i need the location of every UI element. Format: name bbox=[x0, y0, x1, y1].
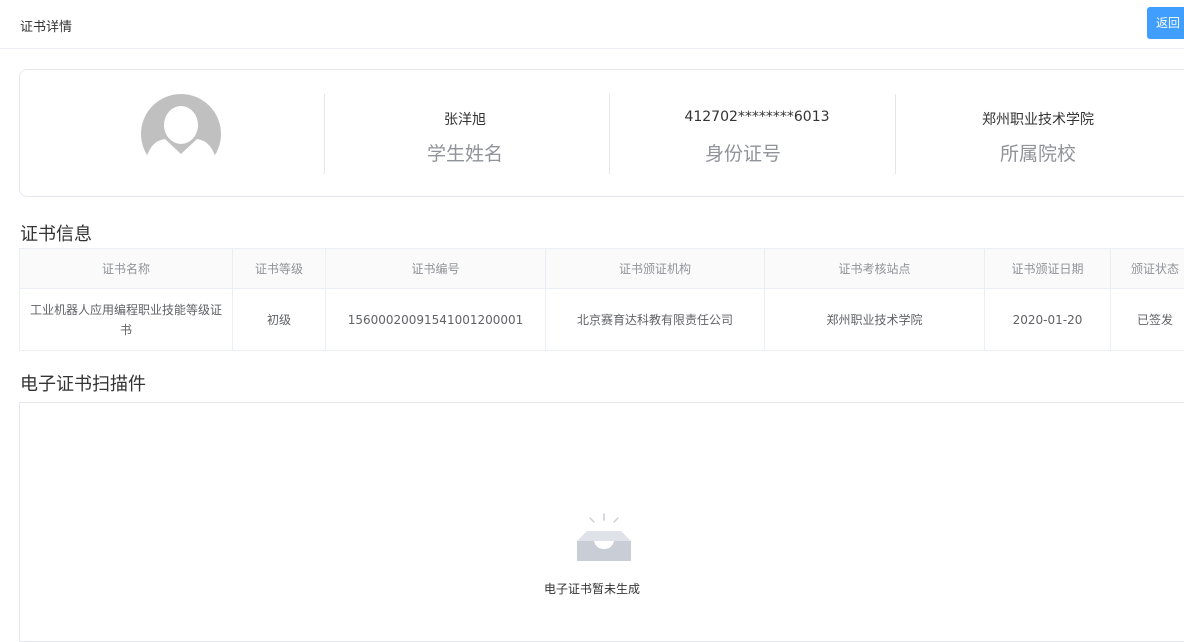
school-name: 郑州职业技术学院 bbox=[918, 109, 1158, 129]
school-name-label: 所属院校 bbox=[918, 139, 1158, 166]
column-header: 证书颁证机构 bbox=[546, 249, 765, 289]
table-header-row: 证书名称 证书等级 证书编号 证书颁证机构 证书考核站点 证书颁证日期 颁证状态 bbox=[20, 249, 1184, 289]
cert-info-title: 证书信息 bbox=[20, 220, 92, 246]
avatar-icon bbox=[141, 94, 221, 164]
cert-name-cell: 工业机器人应用编程职业技能等级证书 bbox=[20, 289, 233, 351]
cert-status-cell: 已签发 bbox=[1111, 289, 1184, 351]
profile-divider bbox=[895, 94, 896, 174]
cert-date-cell: 2020-01-20 bbox=[985, 289, 1111, 351]
back-button[interactable]: 返回 bbox=[1147, 7, 1184, 39]
column-header: 证书考核站点 bbox=[765, 249, 985, 289]
student-name-label: 学生姓名 bbox=[345, 139, 585, 166]
table-row: 工业机器人应用编程职业技能等级证书 初级 1560002009154100120… bbox=[20, 289, 1184, 351]
empty-inbox-icon bbox=[575, 513, 633, 563]
header-bar: 证书详情 返回 bbox=[0, 0, 1184, 49]
page-title: 证书详情 bbox=[20, 16, 72, 35]
column-header: 证书名称 bbox=[20, 249, 233, 289]
column-header: 证书等级 bbox=[233, 249, 326, 289]
column-header: 证书编号 bbox=[326, 249, 546, 289]
empty-state-text: 电子证书暂未生成 bbox=[0, 580, 1184, 597]
column-header: 证书颁证日期 bbox=[985, 249, 1111, 289]
cert-table: 证书名称 证书等级 证书编号 证书颁证机构 证书考核站点 证书颁证日期 颁证状态… bbox=[19, 248, 1184, 351]
student-name: 张洋旭 bbox=[345, 109, 585, 129]
scan-section-title: 电子证书扫描件 bbox=[20, 370, 146, 396]
cert-issuer-cell: 北京赛育达科教有限责任公司 bbox=[546, 289, 765, 351]
id-number-label: 身份证号 bbox=[623, 139, 863, 166]
cert-number-cell: 15600020091541001200001 bbox=[326, 289, 546, 351]
cert-site-cell: 郑州职业技术学院 bbox=[765, 289, 985, 351]
cert-level-cell: 初级 bbox=[233, 289, 326, 351]
profile-divider bbox=[609, 94, 610, 174]
id-number: 412702********6013 bbox=[637, 109, 877, 125]
column-header: 颁证状态 bbox=[1111, 249, 1184, 289]
profile-divider bbox=[324, 94, 325, 174]
